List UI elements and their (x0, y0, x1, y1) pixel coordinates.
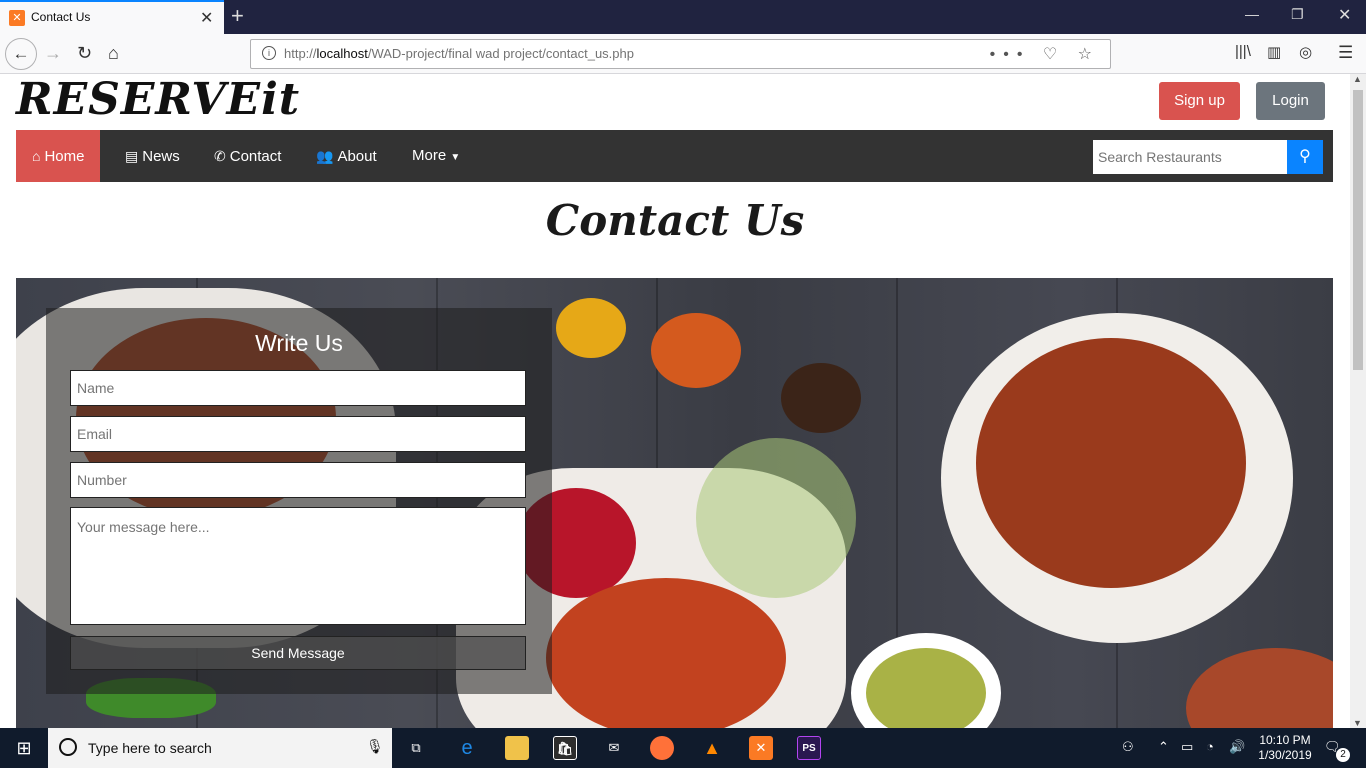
minimize-icon[interactable]: — (1245, 6, 1259, 22)
cloves-spoon-image (781, 363, 861, 433)
main-navigation: ⌂Home ▤News ✆Contact 👥About More ▼ ⚲ (16, 130, 1333, 182)
edge-icon[interactable]: e (455, 736, 479, 760)
form-title: Write Us (255, 330, 343, 356)
taskbar-search-box[interactable]: Type here to search 🎙 (48, 728, 392, 768)
url-bar[interactable]: i http://localhost/WAD-project/final wad… (250, 39, 1111, 69)
firefox-icon[interactable] (650, 736, 674, 760)
clock-date: 1/30/2019 (1258, 748, 1312, 762)
chili-powder-spoon-image (651, 313, 741, 388)
show-hidden-icons-icon[interactable]: ⌃ (1158, 739, 1169, 755)
login-button[interactable]: Login (1256, 82, 1325, 120)
file-explorer-icon[interactable] (505, 736, 529, 760)
signup-button[interactable]: Sign up (1159, 82, 1240, 120)
page-title: Contact Us (545, 196, 805, 245)
nav-home[interactable]: ⌂ Home (16, 130, 101, 182)
page-actions[interactable]: ••• ♡ ☆ (990, 44, 1100, 64)
phpstorm-icon[interactable]: PS (797, 736, 821, 760)
send-message-button[interactable]: Send Message (70, 636, 526, 670)
number-input[interactable] (70, 462, 526, 498)
browser-tab[interactable]: ✕ Contact Us ✕ (0, 0, 224, 34)
back-arrow-icon[interactable]: ← (5, 38, 37, 70)
system-clock[interactable]: 10:10 PM 1/30/2019 (1250, 733, 1320, 763)
scroll-up-icon[interactable]: ▲ (1353, 74, 1362, 84)
message-textarea[interactable] (70, 507, 526, 625)
caret-down-icon: ▼ (450, 152, 461, 163)
site-info-icon[interactable]: i (262, 46, 276, 60)
sync-icon[interactable]: ◎ (1299, 43, 1312, 61)
users-icon: 👥 (316, 148, 334, 164)
home-icon[interactable]: ⌂ (108, 43, 119, 64)
prawns-image (546, 578, 786, 728)
windows-start-icon[interactable]: ⊞ (0, 728, 48, 768)
web-page: RESERVEit Sign up Login ⌂ Home ▤ News ✆ Con… (0, 74, 1350, 728)
nav-contact[interactable]: ✆ Contact (198, 130, 297, 182)
scroll-thumb[interactable] (1353, 90, 1363, 370)
nav-news[interactable]: ▤ News (109, 130, 196, 182)
search-input[interactable] (1093, 140, 1287, 174)
url-text[interactable]: http://localhost/WAD-project/final wad p… (284, 46, 634, 61)
tab-title: Contact Us (31, 10, 91, 24)
tikka-image (1186, 648, 1333, 728)
task-view-icon[interactable]: ⧉ (404, 736, 428, 760)
library-icon[interactable]: |||\ (1235, 43, 1251, 60)
clock-time: 10:10 PM (1259, 733, 1311, 747)
nav-more-dropdown[interactable]: More ▼ (396, 130, 476, 182)
mail-icon[interactable]: ✉ (602, 736, 626, 760)
sidebar-icon[interactable]: ▥ (1267, 43, 1281, 61)
cucumber-star-garnish-image (696, 438, 856, 598)
vlc-icon[interactable]: ▲ (700, 736, 724, 760)
page-scrollbar[interactable]: ▲ ▼ (1350, 74, 1366, 728)
turmeric-spoon-image (556, 298, 626, 358)
browser-toolbar: ← → ↻ ⌂ i http://localhost/WAD-project/f… (0, 34, 1366, 74)
phone-icon: ✆ (214, 148, 226, 164)
scroll-down-icon[interactable]: ▼ (1353, 718, 1362, 728)
browser-tab-strip: ✕ Contact Us ✕ + — ❐ ✕ (0, 0, 1366, 34)
people-icon[interactable]: ⚇ (1122, 739, 1134, 755)
name-input[interactable] (70, 370, 526, 406)
xampp-favicon-icon: ✕ (9, 10, 25, 26)
email-input[interactable] (70, 416, 526, 452)
forward-arrow-icon[interactable]: → (44, 43, 62, 64)
hero-food-image: Write Us Send Message (16, 278, 1333, 728)
nav-about[interactable]: 👥 About (300, 130, 393, 182)
window-close-icon[interactable]: ✕ (1338, 5, 1351, 25)
notification-count-badge: 2 (1336, 748, 1350, 762)
xampp-icon[interactable]: ✕ (749, 736, 773, 760)
newspaper-icon: ▤ (125, 148, 139, 164)
search-icon: ⚲ (1299, 148, 1311, 165)
volume-icon[interactable]: 🔊 (1229, 739, 1245, 755)
reload-icon[interactable]: ↻ (77, 43, 92, 64)
contact-form-panel: Write Us Send Message (46, 308, 552, 694)
site-logo[interactable]: RESERVEit (16, 74, 300, 125)
store-icon[interactable]: 🛍 (553, 736, 577, 760)
microphone-icon[interactable]: 🎙 (366, 738, 384, 755)
search-button[interactable]: ⚲ (1287, 140, 1323, 174)
green-chutney-image (866, 648, 986, 728)
close-tab-icon[interactable]: ✕ (200, 8, 213, 28)
hamburger-menu-icon[interactable]: ☰ (1338, 43, 1353, 63)
battery-icon[interactable]: ▭ (1181, 739, 1193, 755)
windows-taskbar: ⊞ Type here to search 🎙 ⧉ e 🛍 ✉ ▲ ✕ PS ⚇… (0, 728, 1366, 768)
chilli-chicken-image (976, 338, 1246, 588)
taskbar-search-text: Type here to search (88, 740, 212, 756)
home-icon: ⌂ (32, 148, 41, 164)
cortana-icon (59, 738, 77, 756)
new-tab-icon[interactable]: + (231, 3, 244, 29)
wifi-icon[interactable]: ◔ (1206, 739, 1214, 754)
restore-icon[interactable]: ❐ (1291, 6, 1304, 23)
